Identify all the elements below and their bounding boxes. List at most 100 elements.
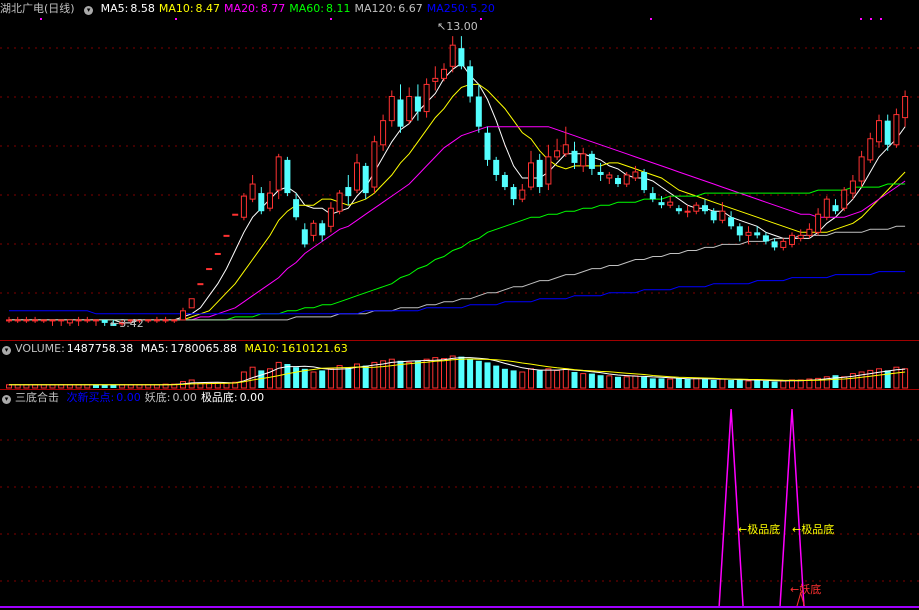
volume-bar: [406, 361, 413, 389]
candle-body: [197, 283, 204, 286]
ma-line-ma20: [9, 126, 906, 321]
candle-body: [797, 234, 804, 239]
volume-bar: [736, 380, 743, 388]
candle-body: [693, 204, 700, 212]
volume-bar: [432, 357, 439, 389]
stock-chart[interactable]: [0, 0, 919, 610]
volume-bar: [588, 373, 595, 388]
volume-bar: [380, 360, 387, 389]
candle-body: [658, 202, 665, 206]
candle-body: [545, 156, 552, 185]
volume-bar: [562, 368, 569, 389]
jipin-annotation-2: ←极品底: [792, 523, 835, 536]
candle-body: [780, 240, 787, 248]
candle-body: [832, 205, 839, 212]
candle-body: [153, 319, 160, 322]
yaodi-annotation: ←妖底: [790, 583, 822, 596]
candle-body: [867, 138, 874, 161]
candle-body: [206, 268, 213, 271]
high-price-label: ↖13.00: [437, 20, 478, 33]
volume-ma-line: [9, 357, 906, 386]
candle-body: [188, 298, 195, 309]
candle-body: [823, 198, 830, 218]
candle-body: [571, 150, 578, 163]
candle-body: [354, 162, 360, 191]
candle-body: [441, 68, 447, 79]
volume-bar: [327, 368, 334, 389]
candle-body: [171, 319, 178, 322]
volume-bar: [345, 367, 352, 388]
volume-bar: [675, 378, 682, 388]
candle-body: [815, 213, 822, 233]
candle-body: [719, 210, 726, 221]
candle-body: [284, 159, 291, 194]
candle-body: [475, 96, 482, 127]
volume-bar: [319, 370, 326, 388]
candle-body: [858, 156, 865, 182]
volume-bar: [475, 360, 482, 388]
candle-body: [736, 226, 743, 236]
volume-bar: [623, 376, 630, 389]
candle-body: [49, 319, 56, 322]
candle-body: [467, 66, 474, 97]
candle-body: [728, 217, 735, 227]
volume-bar: [423, 358, 430, 389]
volume-bar: [649, 378, 656, 388]
candle-body: [93, 319, 99, 322]
candle-body: [258, 193, 265, 212]
candle-body: [267, 192, 273, 209]
candle-body: [275, 156, 282, 191]
candle-body: [588, 153, 595, 169]
volume-bar: [467, 359, 474, 388]
candle-body: [319, 223, 326, 236]
volume-bar: [693, 377, 700, 389]
candle-body: [362, 165, 369, 194]
candle-body: [336, 192, 343, 212]
candle-body: [771, 241, 778, 248]
candle-body: [849, 180, 856, 194]
candle-body: [632, 171, 639, 179]
volume-bar: [528, 368, 534, 389]
candle-body: [893, 114, 900, 146]
candle-body: [232, 213, 239, 216]
candle-body: [501, 174, 508, 188]
volume-bar: [414, 360, 421, 388]
candle-body: [710, 211, 717, 221]
candle-body: [162, 319, 169, 322]
candle-body: [806, 228, 813, 236]
candle-body: [345, 187, 352, 197]
volume-bar: [388, 358, 395, 389]
candle-body: [414, 96, 421, 112]
candle-body: [493, 159, 500, 175]
volume-bar: [745, 380, 752, 389]
volume-bar: [684, 379, 691, 388]
volume-bar: [615, 376, 621, 388]
candle-body: [371, 141, 378, 188]
volume-bar: [606, 375, 613, 389]
volume-bar: [571, 372, 578, 388]
signal-dot: [480, 18, 482, 20]
candle-body: [223, 234, 230, 237]
candle-body: [75, 319, 82, 322]
volume-bar: [902, 368, 909, 389]
volume-bar: [710, 380, 717, 388]
volume-bar: [780, 380, 787, 389]
candle-body: [84, 319, 91, 322]
candle-body: [388, 95, 395, 122]
candle-body: [884, 120, 891, 145]
volume-bar: [441, 358, 447, 389]
low-price-label: ←3.42: [110, 317, 144, 330]
candle-body: [484, 132, 491, 160]
candle-body: [310, 222, 317, 236]
candle-body: [519, 189, 526, 200]
ma-line-ma60: [9, 183, 906, 321]
candle-body: [406, 95, 413, 122]
volume-bar: [362, 365, 369, 388]
candle-body: [615, 178, 621, 185]
candle-body: [58, 319, 65, 322]
candle-body: [745, 231, 752, 236]
candle-body: [23, 319, 30, 322]
candle-body: [145, 319, 152, 322]
volume-bar: [371, 361, 378, 389]
candle-body: [876, 120, 882, 143]
